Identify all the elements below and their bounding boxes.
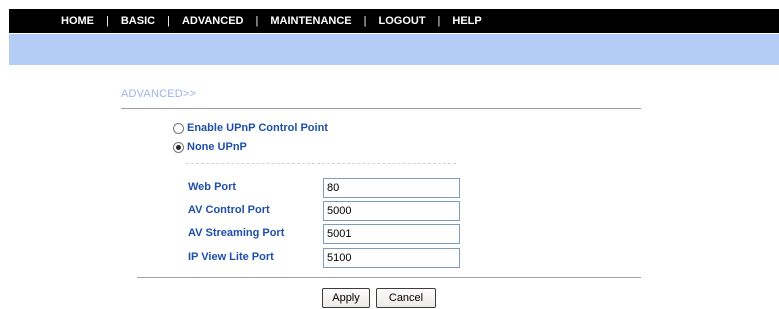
nav-maintenance[interactable]: MAINTENANCE bbox=[270, 15, 351, 27]
av-streaming-port-label: AV Streaming Port bbox=[188, 227, 285, 239]
nav-advanced[interactable]: ADVANCED bbox=[182, 15, 244, 27]
nav-separator: | bbox=[106, 15, 109, 27]
main-nav: HOME | BASIC | ADVANCED | MAINTENANCE | … bbox=[61, 9, 482, 33]
section-divider bbox=[121, 108, 641, 109]
web-port-input[interactable] bbox=[323, 178, 460, 198]
radio-unselected-icon[interactable] bbox=[173, 122, 184, 134]
nav-separator: | bbox=[437, 15, 441, 27]
radio-selected-icon[interactable] bbox=[173, 141, 184, 153]
top-nav-bar: HOME | BASIC | ADVANCED | MAINTENANCE | … bbox=[9, 9, 779, 33]
radio-dot-icon bbox=[176, 144, 181, 150]
nav-logout[interactable]: LOGOUT bbox=[378, 15, 425, 27]
ip-view-lite-port-input[interactable] bbox=[323, 248, 460, 268]
header-banner bbox=[9, 34, 779, 65]
upnp-enable-option[interactable]: Enable UPnP Control Point bbox=[173, 120, 328, 136]
av-streaming-port-input[interactable] bbox=[323, 224, 460, 244]
section-title: ADVANCED>> bbox=[121, 88, 197, 100]
nav-separator: | bbox=[167, 15, 170, 27]
web-port-label: Web Port bbox=[188, 181, 237, 193]
av-control-port-input[interactable] bbox=[323, 201, 460, 221]
upnp-none-option[interactable]: None UPnP bbox=[173, 139, 247, 155]
form-bottom-divider bbox=[137, 277, 641, 278]
nav-separator: | bbox=[255, 15, 259, 27]
apply-button[interactable]: Apply bbox=[322, 288, 370, 308]
ip-view-lite-port-label: IP View Lite Port bbox=[188, 251, 274, 263]
cancel-button[interactable]: Cancel bbox=[376, 288, 436, 308]
nav-help[interactable]: HELP bbox=[452, 15, 481, 27]
upnp-enable-label: Enable UPnP Control Point bbox=[187, 122, 328, 134]
av-control-port-label: AV Control Port bbox=[188, 204, 270, 216]
nav-home[interactable]: HOME bbox=[61, 15, 94, 27]
nav-separator: | bbox=[363, 15, 367, 27]
upnp-none-label: None UPnP bbox=[187, 141, 247, 153]
dashed-divider bbox=[186, 163, 456, 164]
nav-basic[interactable]: BASIC bbox=[121, 15, 155, 27]
